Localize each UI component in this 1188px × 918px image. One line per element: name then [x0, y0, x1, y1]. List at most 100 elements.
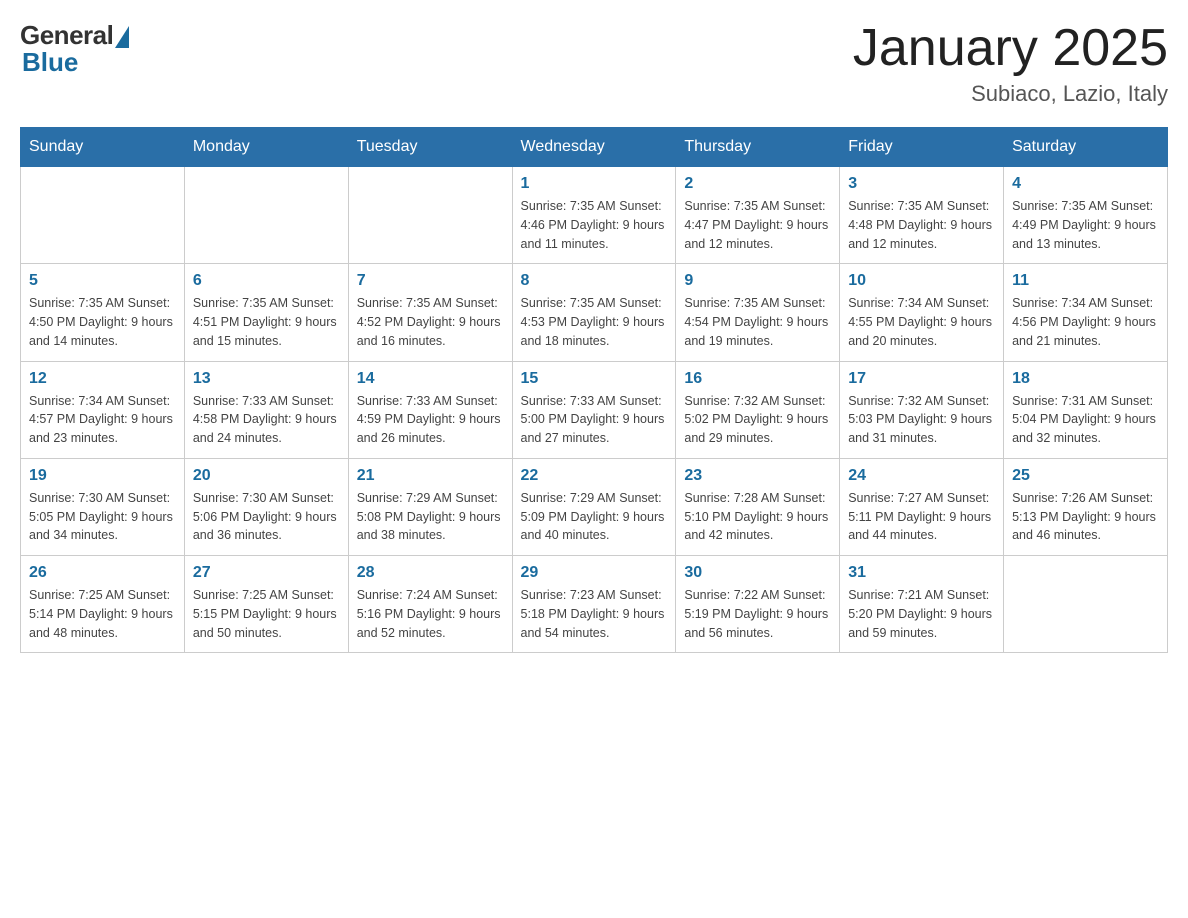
calendar-cell: [348, 167, 512, 264]
calendar-cell: 17 Sunrise: 7:32 AM Sunset: 5:03 PM Dayli…: [840, 361, 1004, 458]
day-number: 14: [357, 370, 504, 388]
calendar-cell: 26 Sunrise: 7:25 AM Sunset: 5:14 PM Dayli…: [21, 556, 185, 653]
calendar-cell: 14 Sunrise: 7:33 AM Sunset: 4:59 PM Dayli…: [348, 361, 512, 458]
calendar-cell: 5Sunrise: 7:35 AM Sunset: 4:50 PM Daylig…: [21, 264, 185, 361]
day-number: 21: [357, 467, 504, 485]
day-number: 10: [848, 272, 995, 290]
day-number: 3: [848, 175, 995, 193]
calendar-week-row: 1 Sunrise: 7:35 AM Sunset: 4:46 PM Daylig…: [21, 167, 1168, 264]
day-number: 1: [521, 175, 668, 193]
calendar-cell: 16 Sunrise: 7:32 AM Sunset: 5:02 PM Dayli…: [676, 361, 840, 458]
calendar-cell: 28 Sunrise: 7:24 AM Sunset: 5:16 PM Dayli…: [348, 556, 512, 653]
day-number: 5: [29, 272, 176, 290]
calendar-title: January 2025: [853, 20, 1168, 77]
day-number: 4: [1012, 175, 1159, 193]
calendar-cell: 7 Sunrise: 7:35 AM Sunset: 4:52 PM Daylig…: [348, 264, 512, 361]
day-info: Sunrise: 7:31 AM Sunset: 5:04 PM Dayligh…: [1012, 392, 1159, 448]
day-info: Sunrise: 7:33 AM Sunset: 5:00 PM Dayligh…: [521, 392, 668, 448]
day-number: 27: [193, 564, 340, 582]
calendar-cell: 23 Sunrise: 7:28 AM Sunset: 5:10 PM Dayli…: [676, 458, 840, 555]
calendar-cell: [21, 167, 185, 264]
day-info: Sunrise: 7:33 AM Sunset: 4:59 PM Dayligh…: [357, 392, 504, 448]
day-info: Sunrise: 7:35 AM Sunset: 4:53 PM Dayligh…: [521, 294, 668, 350]
calendar-week-row: 19 Sunrise: 7:30 AM Sunset: 5:05 PM Dayli…: [21, 458, 1168, 555]
day-info: Sunrise: 7:35 AM Sunset: 4:49 PM Dayligh…: [1012, 197, 1159, 253]
calendar-cell: 6Sunrise: 7:35 AM Sunset: 4:51 PM Daylig…: [184, 264, 348, 361]
day-info: Sunrise: 7:34 AM Sunset: 4:55 PM Dayligh…: [848, 294, 995, 350]
day-number: 28: [357, 564, 504, 582]
calendar-cell: 15 Sunrise: 7:33 AM Sunset: 5:00 PM Dayli…: [512, 361, 676, 458]
calendar-cell: 29 Sunrise: 7:23 AM Sunset: 5:18 PM Dayli…: [512, 556, 676, 653]
day-of-week-header: Tuesday: [348, 128, 512, 167]
calendar-cell: 25Sunrise: 7:26 AM Sunset: 5:13 PM Dayli…: [1004, 458, 1168, 555]
day-of-week-header: Monday: [184, 128, 348, 167]
day-number: 2: [684, 175, 831, 193]
day-info: Sunrise: 7:25 AM Sunset: 5:15 PM Dayligh…: [193, 586, 340, 642]
day-info: Sunrise: 7:35 AM Sunset: 4:48 PM Dayligh…: [848, 197, 995, 253]
day-info: Sunrise: 7:23 AM Sunset: 5:18 PM Dayligh…: [521, 586, 668, 642]
calendar-cell: 10 Sunrise: 7:34 AM Sunset: 4:55 PM Dayli…: [840, 264, 1004, 361]
calendar-cell: 20 Sunrise: 7:30 AM Sunset: 5:06 PM Dayli…: [184, 458, 348, 555]
calendar-cell: [1004, 556, 1168, 653]
day-of-week-header: Wednesday: [512, 128, 676, 167]
day-info: Sunrise: 7:30 AM Sunset: 5:05 PM Dayligh…: [29, 489, 176, 545]
calendar-week-row: 26 Sunrise: 7:25 AM Sunset: 5:14 PM Dayli…: [21, 556, 1168, 653]
calendar-cell: 3 Sunrise: 7:35 AM Sunset: 4:48 PM Daylig…: [840, 167, 1004, 264]
day-number: 18: [1012, 370, 1159, 388]
calendar-cell: 11Sunrise: 7:34 AM Sunset: 4:56 PM Dayli…: [1004, 264, 1168, 361]
calendar-cell: 18 Sunrise: 7:31 AM Sunset: 5:04 PM Dayli…: [1004, 361, 1168, 458]
calendar-cell: 4 Sunrise: 7:35 AM Sunset: 4:49 PM Daylig…: [1004, 167, 1168, 264]
calendar-table: SundayMondayTuesdayWednesdayThursdayFrid…: [20, 127, 1168, 653]
day-info: Sunrise: 7:24 AM Sunset: 5:16 PM Dayligh…: [357, 586, 504, 642]
day-info: Sunrise: 7:25 AM Sunset: 5:14 PM Dayligh…: [29, 586, 176, 642]
calendar-cell: 22 Sunrise: 7:29 AM Sunset: 5:09 PM Dayli…: [512, 458, 676, 555]
day-number: 31: [848, 564, 995, 582]
day-number: 7: [357, 272, 504, 290]
day-number: 22: [521, 467, 668, 485]
day-info: Sunrise: 7:30 AM Sunset: 5:06 PM Dayligh…: [193, 489, 340, 545]
day-number: 26: [29, 564, 176, 582]
calendar-cell: 2Sunrise: 7:35 AM Sunset: 4:47 PM Daylig…: [676, 167, 840, 264]
day-number: 20: [193, 467, 340, 485]
page-header: General Blue January 2025 Subiaco, Lazio…: [20, 20, 1168, 107]
day-number: 12: [29, 370, 176, 388]
day-number: 17: [848, 370, 995, 388]
logo-triangle-icon: [115, 26, 129, 48]
day-info: Sunrise: 7:22 AM Sunset: 5:19 PM Dayligh…: [684, 586, 831, 642]
calendar-cell: 19 Sunrise: 7:30 AM Sunset: 5:05 PM Dayli…: [21, 458, 185, 555]
day-info: Sunrise: 7:35 AM Sunset: 4:52 PM Dayligh…: [357, 294, 504, 350]
day-info: Sunrise: 7:35 AM Sunset: 4:46 PM Dayligh…: [521, 197, 668, 253]
day-number: 29: [521, 564, 668, 582]
day-info: Sunrise: 7:29 AM Sunset: 5:08 PM Dayligh…: [357, 489, 504, 545]
day-number: 23: [684, 467, 831, 485]
calendar-cell: 27 Sunrise: 7:25 AM Sunset: 5:15 PM Dayli…: [184, 556, 348, 653]
day-number: 16: [684, 370, 831, 388]
day-info: Sunrise: 7:27 AM Sunset: 5:11 PM Dayligh…: [848, 489, 995, 545]
calendar-cell: [184, 167, 348, 264]
days-of-week-row: SundayMondayTuesdayWednesdayThursdayFrid…: [21, 128, 1168, 167]
day-number: 30: [684, 564, 831, 582]
day-number: 15: [521, 370, 668, 388]
calendar-week-row: 5Sunrise: 7:35 AM Sunset: 4:50 PM Daylig…: [21, 264, 1168, 361]
day-number: 13: [193, 370, 340, 388]
day-of-week-header: Friday: [840, 128, 1004, 167]
day-number: 6: [193, 272, 340, 290]
day-number: 8: [521, 272, 668, 290]
day-number: 19: [29, 467, 176, 485]
day-info: Sunrise: 7:28 AM Sunset: 5:10 PM Dayligh…: [684, 489, 831, 545]
calendar-cell: 1 Sunrise: 7:35 AM Sunset: 4:46 PM Daylig…: [512, 167, 676, 264]
day-info: Sunrise: 7:29 AM Sunset: 5:09 PM Dayligh…: [521, 489, 668, 545]
calendar-cell: 21 Sunrise: 7:29 AM Sunset: 5:08 PM Dayli…: [348, 458, 512, 555]
calendar-subtitle: Subiaco, Lazio, Italy: [853, 81, 1168, 107]
day-info: Sunrise: 7:32 AM Sunset: 5:03 PM Dayligh…: [848, 392, 995, 448]
calendar-cell: 9Sunrise: 7:35 AM Sunset: 4:54 PM Daylig…: [676, 264, 840, 361]
day-info: Sunrise: 7:26 AM Sunset: 5:13 PM Dayligh…: [1012, 489, 1159, 545]
logo-text-blue: Blue: [22, 47, 78, 78]
day-number: 9: [684, 272, 831, 290]
calendar-cell: 31Sunrise: 7:21 AM Sunset: 5:20 PM Dayli…: [840, 556, 1004, 653]
calendar-cell: 13 Sunrise: 7:33 AM Sunset: 4:58 PM Dayli…: [184, 361, 348, 458]
day-info: Sunrise: 7:33 AM Sunset: 4:58 PM Dayligh…: [193, 392, 340, 448]
day-of-week-header: Thursday: [676, 128, 840, 167]
day-of-week-header: Saturday: [1004, 128, 1168, 167]
day-info: Sunrise: 7:32 AM Sunset: 5:02 PM Dayligh…: [684, 392, 831, 448]
